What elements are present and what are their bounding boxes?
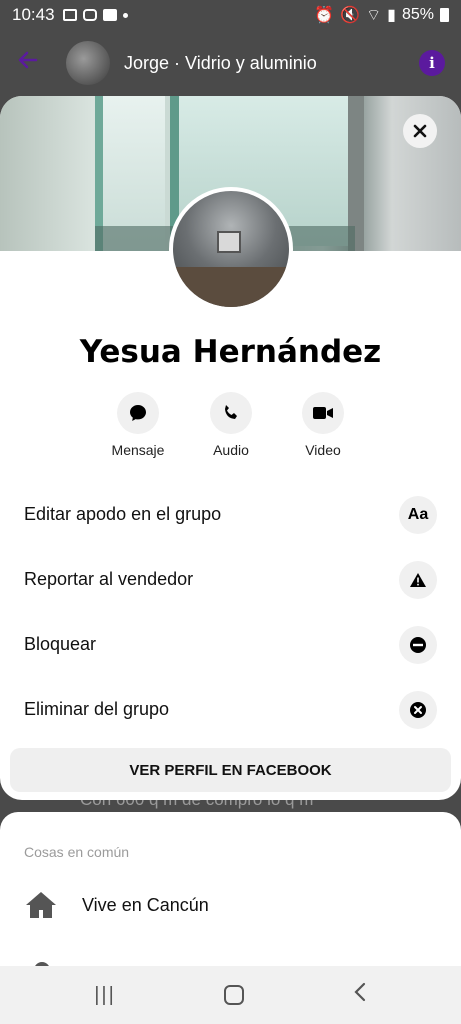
menu-label: Editar apodo en el grupo — [24, 504, 222, 524]
block-icon — [399, 625, 437, 664]
remove-icon — [399, 690, 437, 729]
chat-title[interactable]: Jorge · Vidrio y aluminio — [124, 53, 317, 74]
audio-label: Audio — [213, 442, 249, 458]
more-notifications-icon — [122, 12, 128, 18]
common-item-location: Vive en Cancún — [24, 890, 209, 920]
menu-label: Reportar al vendedor — [24, 569, 194, 589]
signal-icon: ▮ — [387, 7, 396, 24]
menu-item-edit-nickname[interactable]: Editar apodo en el grupo Aa — [0, 482, 461, 547]
youtube-icon — [102, 9, 117, 21]
recent-apps-icon[interactable]: ||| — [94, 984, 116, 1007]
common-things-card: Cosas en común Vive en Cancún — [0, 812, 461, 972]
view-facebook-profile-button[interactable]: VER PERFIL EN FACEBOOK — [10, 748, 451, 792]
info-icon[interactable]: i — [419, 50, 445, 76]
battery-icon — [440, 8, 449, 22]
back-arrow-icon[interactable] — [16, 47, 52, 79]
close-icon — [413, 124, 427, 138]
menu-item-remove-from-group[interactable]: Eliminar del grupo — [0, 677, 461, 742]
profile-photo[interactable] — [169, 187, 293, 311]
phone-icon — [210, 392, 252, 434]
system-status: ⏰ 🔇 ⌔ ▮ 85% — [314, 5, 449, 25]
home-button-icon[interactable] — [224, 985, 245, 1005]
menu-label: Eliminar del grupo — [24, 699, 170, 719]
chat-header: Jorge · Vidrio y aluminio i — [0, 30, 461, 96]
video-label: Video — [305, 442, 341, 458]
menu-item-block[interactable]: Bloquear — [0, 612, 461, 677]
profile-sheet: Yesua Hernández Mensaje Audio Video Edit… — [0, 96, 461, 800]
alarm-icon: ⏰ — [314, 7, 335, 24]
status-bar: 10:43 ⏰ 🔇 ⌔ ▮ 85% — [0, 0, 461, 30]
options-menu: Editar apodo en el grupo Aa Reportar al … — [0, 482, 461, 742]
action-buttons: Mensaje Audio Video — [0, 392, 461, 462]
common-item-label: Vive en Cancún — [82, 894, 209, 915]
close-button[interactable] — [403, 114, 437, 148]
video-call-button[interactable]: Video — [283, 392, 363, 458]
home-icon — [26, 892, 56, 918]
status-time: 10:43 — [12, 5, 55, 24]
warning-icon — [399, 560, 437, 599]
gallery-icon — [62, 9, 77, 21]
message-label: Mensaje — [111, 442, 165, 458]
instagram-icon — [82, 9, 97, 21]
message-icon — [117, 392, 159, 434]
notification-icons — [62, 9, 128, 21]
menu-label: Bloquear — [24, 634, 97, 654]
common-things-title: Cosas en común — [24, 844, 130, 860]
android-nav-bar: ||| — [0, 966, 461, 1024]
back-icon[interactable] — [353, 981, 367, 1010]
audio-call-button[interactable]: Audio — [191, 392, 271, 458]
text-format-icon: Aa — [399, 495, 437, 534]
message-button[interactable]: Mensaje — [98, 392, 178, 458]
video-camera-icon — [302, 392, 344, 434]
profile-name: Yesua Hernández — [79, 334, 382, 370]
mute-icon: 🔇 — [340, 7, 361, 24]
menu-item-report-seller[interactable]: Reportar al vendedor — [0, 547, 461, 612]
wifi-icon: ⌔ — [366, 7, 382, 24]
chat-avatar[interactable] — [66, 41, 110, 85]
battery-level: 85% — [401, 6, 434, 23]
